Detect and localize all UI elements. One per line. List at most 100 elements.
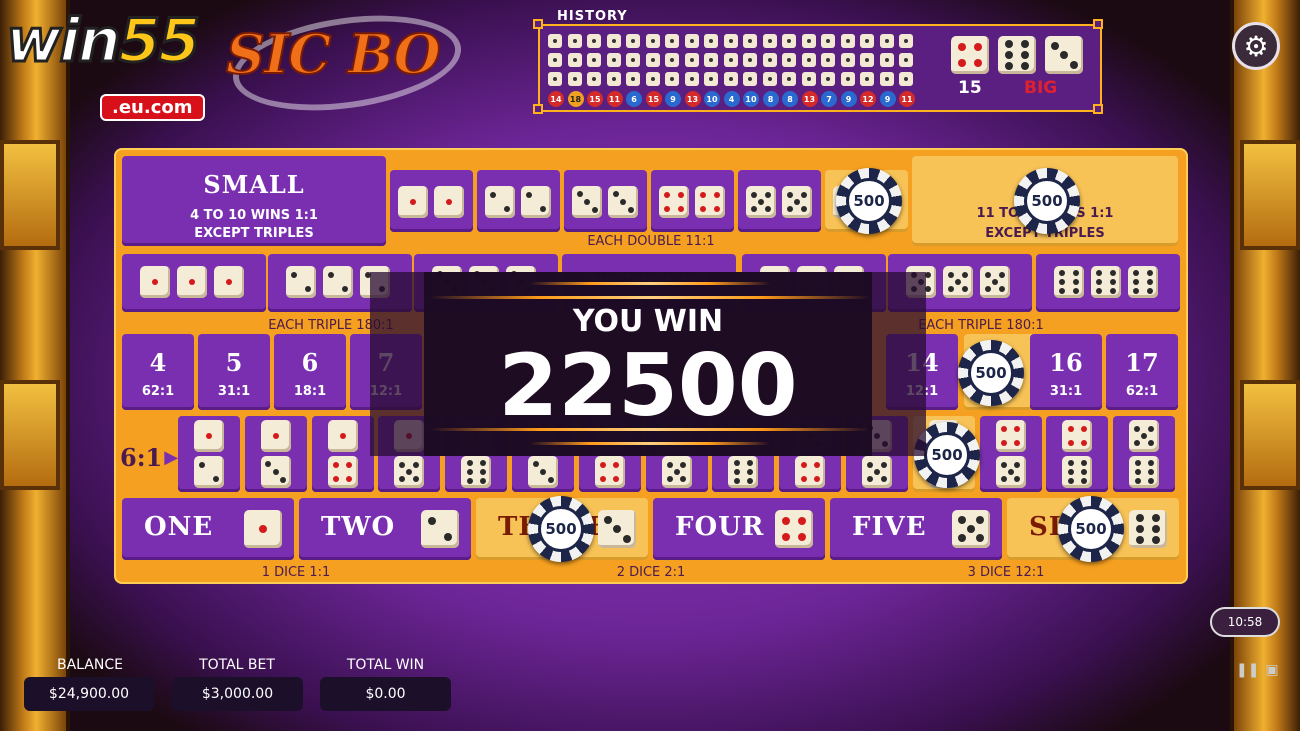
clock-badge: 10:58 [1210, 607, 1280, 637]
die-face-2 [421, 510, 459, 548]
history-total-badge: 14 [548, 91, 564, 107]
history-total-badge: 11 [606, 91, 623, 107]
history-column: 12 [860, 34, 876, 107]
mini-die-icon [704, 72, 718, 86]
mini-die-icon [723, 53, 738, 67]
bet-combo-1-4[interactable] [311, 416, 374, 492]
gear-icon[interactable]: ⚙ [1232, 22, 1280, 70]
chip-icon[interactable]: 500 [836, 168, 902, 234]
mini-die-icon [567, 53, 582, 67]
bet-total-4[interactable]: 4 62:1 [122, 334, 194, 410]
history-column: 14 [548, 34, 564, 107]
history-total-badge: 15 [587, 91, 603, 107]
pause-icon[interactable]: ❚❚ [1236, 662, 1259, 680]
mini-die-icon [626, 72, 640, 86]
die-face-5 [394, 456, 425, 488]
total-number: 16 [1049, 348, 1083, 377]
die-face-5 [661, 456, 692, 488]
mini-die-icon [723, 34, 738, 48]
bet-combo-4-5[interactable] [979, 416, 1042, 492]
last-roll-die [998, 36, 1036, 74]
die-face-3 [598, 510, 636, 548]
bet-triple-1[interactable] [122, 254, 266, 312]
single-label: FIVE [852, 512, 927, 542]
single-label: TWO [321, 512, 396, 542]
total-number: 5 [225, 348, 243, 377]
bet-double-4[interactable] [651, 170, 734, 232]
chip-icon[interactable]: 500 [1014, 168, 1080, 234]
history-column: 9 [879, 34, 896, 107]
die-face-6 [1062, 456, 1093, 488]
die-face-2 [286, 266, 316, 298]
mini-die-icon [743, 72, 757, 86]
small-rule: 4 TO 10 WINS 1:1 [190, 208, 318, 223]
bet-total-5[interactable]: 5 31:1 [198, 334, 270, 410]
history-column: 13 [684, 34, 701, 107]
die-face-4 [995, 420, 1026, 452]
die-face-6 [1129, 456, 1160, 488]
die-face-5 [952, 510, 990, 548]
bet-triple-6[interactable] [1036, 254, 1180, 312]
chip-value: 500 [846, 178, 892, 224]
mini-die-icon [723, 72, 738, 86]
die-face-1 [260, 420, 291, 452]
die-face-5 [995, 456, 1026, 488]
die-face-1 [177, 266, 207, 298]
die-face-1 [244, 510, 282, 548]
mini-die-icon [645, 72, 660, 86]
mini-die-icon [801, 34, 816, 48]
mini-die-icon [743, 34, 757, 48]
history-column: 13 [801, 34, 818, 107]
total-win-label: TOTAL WIN [346, 657, 425, 673]
history-total-badge: 12 [860, 91, 876, 107]
win-line-top [430, 296, 870, 299]
mini-die-icon [645, 34, 660, 48]
bet-combo-1-3[interactable] [244, 416, 307, 492]
mini-die-icon [567, 72, 582, 86]
mini-die-icon [860, 72, 874, 86]
bet-small[interactable]: SMALL 4 TO 10 WINS 1:1 EXCEPT TRIPLES [122, 156, 386, 246]
bet-single-four[interactable]: FOUR [653, 498, 825, 560]
mini-die-icon [665, 34, 679, 48]
die-face-2 [485, 186, 515, 218]
chip-icon[interactable]: 500 [528, 496, 594, 562]
win-line-top-short [530, 282, 770, 285]
bet-combo-4-6[interactable] [1046, 416, 1109, 492]
bet-combo-5-6[interactable] [1113, 416, 1176, 492]
bet-double-1[interactable] [390, 170, 473, 232]
mini-die-icon [762, 34, 777, 48]
mini-die-icon [801, 53, 816, 67]
die-face-1 [140, 266, 170, 298]
chip-icon[interactable]: 500 [1058, 496, 1124, 562]
mini-die-icon [782, 72, 796, 86]
bet-double-5[interactable] [738, 170, 821, 232]
bet-double-2[interactable] [477, 170, 560, 232]
bet-single-two[interactable]: TWO [299, 498, 471, 560]
chip-icon[interactable]: 500 [958, 340, 1024, 406]
mini-die-icon [626, 53, 640, 67]
mini-die-icon [821, 72, 835, 86]
mini-die-icon [879, 53, 894, 67]
mini-die-icon [606, 34, 621, 48]
total-win-value: $0.00 [320, 677, 451, 711]
mini-die-icon [665, 53, 679, 67]
mini-die-icon [567, 34, 582, 48]
bet-total-17[interactable]: 17 62:1 [1106, 334, 1178, 410]
bet-single-one[interactable]: ONE [122, 498, 294, 560]
bet-double-3[interactable] [564, 170, 647, 232]
history-total-badge: 9 [840, 91, 857, 107]
bet-single-five[interactable]: FIVE [830, 498, 1002, 560]
frame-ornament [1240, 380, 1300, 490]
chip-value: 500 [538, 506, 584, 552]
bet-total-6[interactable]: 6 18:1 [274, 334, 346, 410]
mini-die-icon [860, 53, 874, 67]
brand-logo: win55 .eu.com [5, 5, 246, 126]
history-column: 10 [704, 34, 720, 107]
win-line-bottom-short [530, 442, 770, 445]
history-total-badge: 11 [899, 91, 915, 107]
total-number: 4 [149, 348, 167, 377]
history-total-badge: 8 [762, 91, 779, 107]
screen-icon[interactable]: ▣ [1262, 662, 1282, 680]
bet-total-16[interactable]: 16 31:1 [1030, 334, 1102, 410]
history-total-badge: 10 [704, 91, 720, 107]
